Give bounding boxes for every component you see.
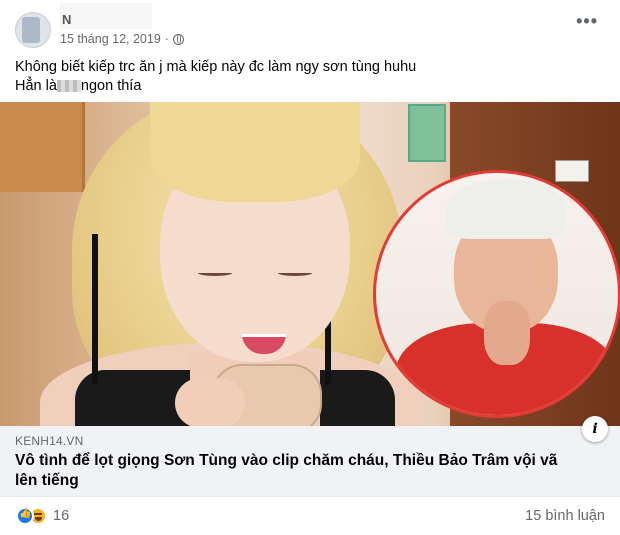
reactions-summary[interactable]: 16 [16,507,69,525]
avatar-blur [22,17,40,43]
info-icon[interactable]: i [582,416,608,442]
reaction-count: 16 [53,508,70,524]
post-header: N 15 tháng 12, 2019 · ••• [0,0,620,52]
more-options-button[interactable]: ••• [576,12,598,30]
photo-cabinet [0,102,85,192]
post-text-line-2-start: Hẳn là [15,78,57,94]
photo-eye-right [278,270,312,276]
post-footer: 16 15 bình luận [0,497,620,535]
photo-inset-circle [373,170,620,418]
link-preview-caption[interactable]: KENH14.VN Vô tình để lọt giọng Sơn Tùng … [0,416,620,497]
author-name-redacted[interactable]: N [60,3,152,29]
post-timestamp[interactable]: 15 tháng 12, 2019 [60,32,161,46]
comments-count-link[interactable]: 15 bình luận [525,508,605,524]
avatar[interactable] [15,12,51,48]
photo-woman-bangs [150,102,360,202]
globe-icon[interactable] [172,33,184,45]
inset-man-hair [446,179,566,239]
post-text-line-2-end: ngon thía [80,78,142,94]
facebook-post: N 15 tháng 12, 2019 · ••• Không biết kiế… [0,0,620,535]
like-icon [16,507,34,525]
post-text-line-2: Hẳn là ngon thía [15,77,605,96]
photo-dress-strap-left [92,234,98,384]
photo-poster [408,104,446,162]
post-meta: 15 tháng 12, 2019 · [60,32,184,46]
redacted-text [56,80,81,93]
photo-eye-left [198,270,232,276]
link-preview-image[interactable] [0,102,620,426]
link-headline[interactable]: Vô tình để lọt giọng Sơn Tùng vào clip c… [15,451,575,491]
author-name-fragment: N [62,12,72,27]
photo-woman-hand [175,378,245,426]
inset-man-hand [484,301,530,365]
post-text-line-1: Không biết kiếp trc ăn j mà kiếp này đc … [15,59,417,75]
post-text: Không biết kiếp trc ăn j mà kiếp này đc … [15,58,605,96]
link-domain: KENH14.VN [15,434,84,448]
photo-sign [555,160,589,182]
